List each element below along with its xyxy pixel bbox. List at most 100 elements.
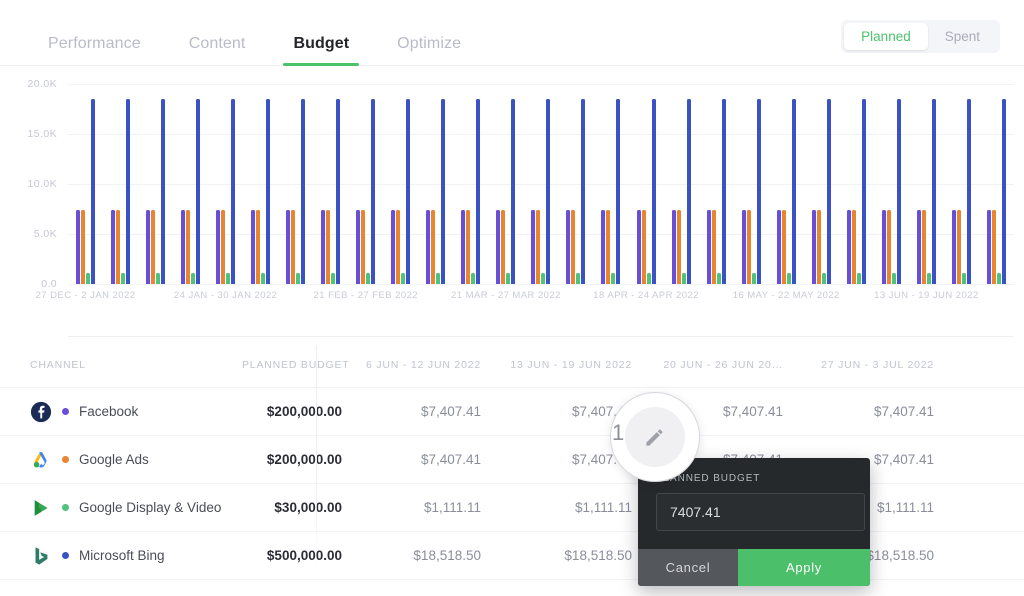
bar-google-display-video xyxy=(611,272,616,284)
bar-group[interactable] xyxy=(839,84,874,284)
table-row[interactable]: Microsoft Bing $500,000.00 $18,518.50 $18,5… xyxy=(0,532,1024,580)
x-axis-tick: 13 JUN - 19 JUN 2022 xyxy=(874,290,979,301)
toggle-planned[interactable]: Planned xyxy=(844,23,928,50)
bar-microsoft-bing xyxy=(861,98,866,284)
toggle-spent[interactable]: Spent xyxy=(928,23,997,50)
bar-google-display-video xyxy=(646,272,651,284)
cell-week-1[interactable]: $1,111.11 xyxy=(342,500,493,515)
popover-actions: Cancel Apply xyxy=(638,549,870,586)
bar-microsoft-bing xyxy=(126,98,131,284)
bar-group[interactable] xyxy=(313,84,348,284)
tab-performance[interactable]: Performance xyxy=(24,35,165,65)
chart-x-axis: 27 DEC - 2 JAN 2022 24 JAN - 30 JAN 2022 2… xyxy=(36,290,1014,304)
bar-group[interactable] xyxy=(488,84,523,284)
cell-week-1[interactable]: $18,518.50 xyxy=(342,548,493,563)
bar-google-ads xyxy=(221,209,226,284)
bar-group[interactable] xyxy=(558,84,593,284)
bar-group[interactable] xyxy=(173,84,208,284)
table-row[interactable]: Google Display & Video $30,000.00 $1,111.1… xyxy=(0,484,1024,532)
bar-microsoft-bing xyxy=(231,98,236,284)
apply-button[interactable]: Apply xyxy=(738,549,870,586)
planned-spent-toggle[interactable]: Planned Spent xyxy=(841,20,1000,53)
series-color-dot xyxy=(62,552,69,559)
x-axis-tick: 18 APR - 24 APR 2022 xyxy=(593,290,699,301)
table-row[interactable]: Google Ads $200,000.00 $7,407.41 $7,407.41 $… xyxy=(0,436,1024,484)
cell-planned-budget[interactable]: $30,000.00 xyxy=(242,500,342,515)
bar-facebook xyxy=(706,209,711,284)
bar-facebook xyxy=(286,209,291,284)
column-header-channel: CHANNEL xyxy=(30,358,86,371)
bar-facebook xyxy=(216,209,221,284)
bar-google-display-video xyxy=(716,272,721,284)
cell-channel: Microsoft Bing xyxy=(30,545,242,567)
bar-google-ads xyxy=(431,209,436,284)
bar-group[interactable] xyxy=(734,84,769,284)
tab-content[interactable]: Content xyxy=(165,35,270,65)
bar-group[interactable] xyxy=(278,84,313,284)
microsoft-bing-icon xyxy=(30,545,52,567)
cell-channel: Google Display & Video xyxy=(30,497,242,519)
bar-microsoft-bing xyxy=(826,98,831,284)
cell-week-1[interactable]: $7,407.41 xyxy=(342,452,493,467)
series-color-dot xyxy=(62,504,69,511)
bar-facebook xyxy=(741,209,746,284)
tab-list: Performance Content Budget Optimize xyxy=(24,35,485,66)
bar-group[interactable] xyxy=(208,84,243,284)
channel-name: Facebook xyxy=(79,404,139,419)
bar-group[interactable] xyxy=(629,84,664,284)
bar-facebook xyxy=(846,209,851,284)
bar-group[interactable] xyxy=(769,84,804,284)
cell-week-4[interactable]: $7,407.41 xyxy=(795,404,946,419)
bar-microsoft-bing xyxy=(581,98,586,284)
tab-optimize[interactable]: Optimize xyxy=(373,35,485,65)
cell-week-2[interactable]: $18,518.50 xyxy=(493,548,644,563)
bar-google-ads xyxy=(291,209,296,284)
bar-group[interactable] xyxy=(593,84,628,284)
bar-group[interactable] xyxy=(909,84,944,284)
bar-group[interactable] xyxy=(68,84,103,284)
bar-google-ads xyxy=(186,209,191,284)
cell-planned-budget[interactable]: $500,000.00 xyxy=(242,548,342,563)
cell-planned-budget[interactable]: $200,000.00 xyxy=(242,404,342,419)
cell-week-1[interactable]: $7,407.41 xyxy=(342,404,493,419)
bar-google-ads xyxy=(396,209,401,284)
bar-group[interactable] xyxy=(418,84,453,284)
bar-microsoft-bing xyxy=(616,98,621,284)
table-row[interactable]: Facebook $200,000.00 $7,407.41 $7,407.41 $7,… xyxy=(0,388,1024,436)
tab-budget[interactable]: Budget xyxy=(269,35,373,66)
bar-group[interactable] xyxy=(138,84,173,284)
bar-group[interactable] xyxy=(383,84,418,284)
bar-google-display-video xyxy=(541,272,546,284)
bar-group[interactable] xyxy=(944,84,979,284)
bar-google-display-video xyxy=(331,272,336,284)
bar-google-display-video xyxy=(786,272,791,284)
pencil-icon[interactable] xyxy=(625,407,685,467)
chart-axis-line xyxy=(68,336,1014,337)
bar-group[interactable] xyxy=(453,84,488,284)
bar-group[interactable] xyxy=(804,84,839,284)
bar-microsoft-bing xyxy=(511,98,516,284)
bar-group[interactable] xyxy=(699,84,734,284)
bar-group[interactable] xyxy=(103,84,138,284)
bar-group[interactable] xyxy=(348,84,383,284)
bar-microsoft-bing xyxy=(756,98,761,284)
bar-facebook xyxy=(916,209,921,284)
bar-microsoft-bing xyxy=(476,98,481,284)
bar-facebook xyxy=(776,209,781,284)
bar-group[interactable] xyxy=(979,84,1014,284)
bar-group[interactable] xyxy=(243,84,278,284)
x-axis-tick: 21 FEB - 27 FEB 2022 xyxy=(313,290,419,301)
cell-week-2[interactable]: $1,111.11 xyxy=(493,500,644,515)
bar-group[interactable] xyxy=(664,84,699,284)
budget-bar-chart: 0.0 5.0K 10.0K 15.0K 20.0K 27 DEC - 2 JAN 20… xyxy=(0,66,1024,337)
bar-group[interactable] xyxy=(874,84,909,284)
cell-planned-budget[interactable]: $200,000.00 xyxy=(242,452,342,467)
bar-facebook xyxy=(391,209,396,284)
bar-google-ads xyxy=(151,209,156,284)
channel-name: Microsoft Bing xyxy=(79,548,165,563)
bar-group[interactable] xyxy=(523,84,558,284)
planned-budget-input[interactable] xyxy=(656,493,865,531)
bar-microsoft-bing xyxy=(371,98,376,284)
bar-google-ads xyxy=(81,209,86,284)
cancel-button[interactable]: Cancel xyxy=(638,549,738,586)
